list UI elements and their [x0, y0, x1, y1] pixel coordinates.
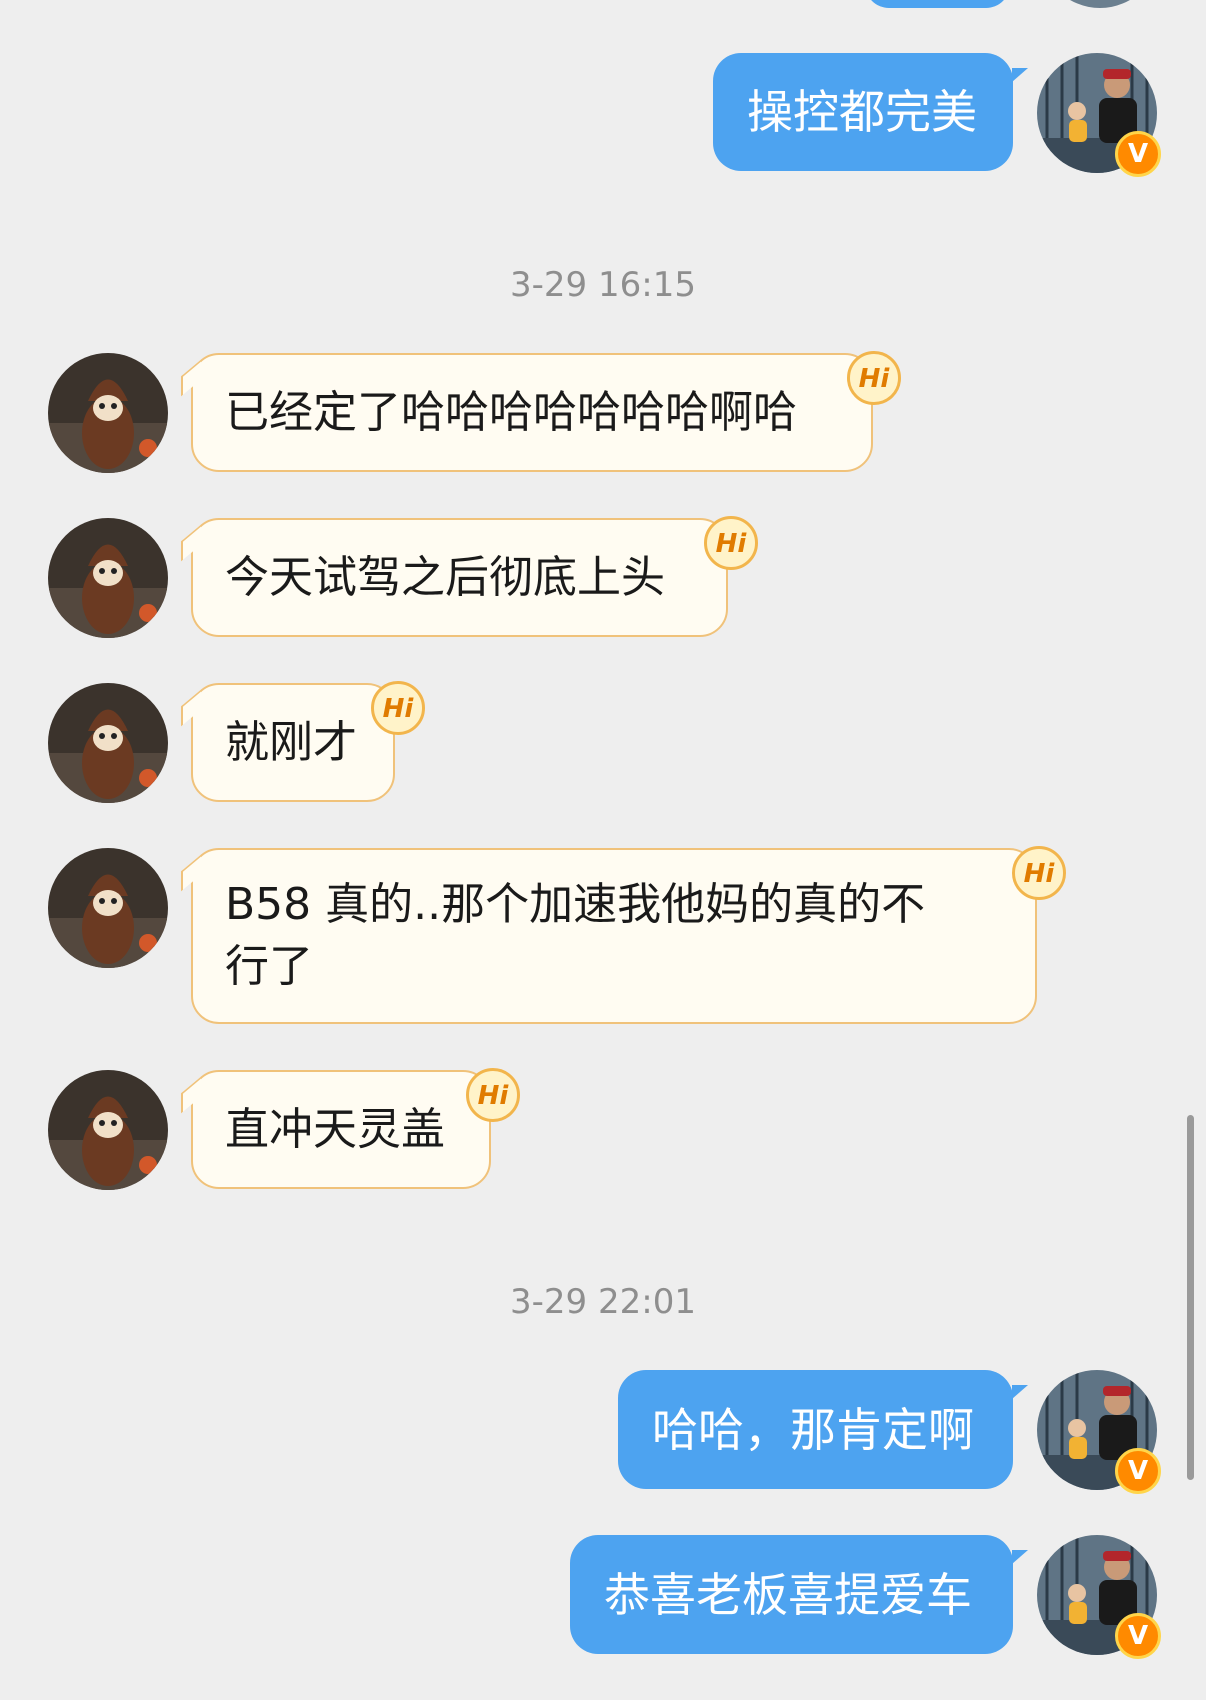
friend-avatar[interactable]	[48, 518, 168, 638]
hi-badge-icon: Hi	[704, 516, 758, 570]
friend-avatar[interactable]	[48, 353, 168, 473]
message-bubble-incoming[interactable]: 就刚才	[191, 683, 395, 802]
message-text: 就刚才	[225, 716, 357, 768]
bubble-tail	[1012, 1385, 1028, 1399]
cat-avatar-icon	[48, 1070, 168, 1190]
timestamp: 3-29 16:15	[510, 265, 696, 305]
friend-avatar[interactable]	[48, 683, 168, 803]
cat-avatar-icon	[48, 848, 168, 968]
verified-badge-icon: V	[1115, 131, 1161, 177]
cat-avatar-icon	[48, 353, 168, 473]
message-text: 直冲天灵盖	[225, 1103, 445, 1155]
verified-badge-icon: V	[1115, 1613, 1161, 1659]
hi-badge-icon: Hi	[371, 681, 425, 735]
message-text: 操控都完美	[747, 85, 977, 139]
message-text: B58 真的..那个加速我他妈的真的不行了	[225, 879, 926, 992]
message-bubble-outgoing[interactable]: 恭喜老板喜提爱车	[570, 1535, 1013, 1654]
partial-outgoing-bubble	[865, 0, 1010, 8]
message-bubble-incoming[interactable]: B58 真的..那个加速我他妈的真的不行了	[191, 848, 1037, 1024]
friend-avatar[interactable]	[48, 848, 168, 968]
partial-avatar	[1040, 0, 1160, 8]
message-bubble-incoming[interactable]: 直冲天灵盖	[191, 1070, 491, 1189]
message-text: 哈哈，那肯定啊	[652, 1402, 974, 1457]
hi-badge-icon: Hi	[466, 1068, 520, 1122]
message-text: 今天试驾之后彻底上头	[225, 551, 665, 603]
message-bubble-incoming[interactable]: 已经定了哈哈哈哈哈哈哈啊哈	[191, 353, 873, 472]
message-bubble-outgoing[interactable]: 哈哈，那肯定啊	[618, 1370, 1013, 1489]
message-text: 已经定了哈哈哈哈哈哈哈啊哈	[225, 386, 797, 438]
bubble-tail	[1012, 1550, 1028, 1564]
message-text: 恭喜老板喜提爱车	[604, 1567, 972, 1622]
cat-avatar-icon	[48, 518, 168, 638]
hi-badge-icon: Hi	[847, 351, 901, 405]
timestamp: 3-29 22:01	[510, 1282, 696, 1322]
scrollbar[interactable]	[1187, 1115, 1194, 1480]
friend-avatar[interactable]	[48, 1070, 168, 1190]
message-bubble-incoming[interactable]: 今天试驾之后彻底上头	[191, 518, 728, 637]
verified-badge-icon: V	[1115, 1448, 1161, 1494]
bubble-tail	[1012, 68, 1028, 82]
message-bubble-outgoing[interactable]: 操控都完美	[713, 53, 1013, 171]
cat-avatar-icon	[48, 683, 168, 803]
hi-badge-icon: Hi	[1012, 846, 1066, 900]
